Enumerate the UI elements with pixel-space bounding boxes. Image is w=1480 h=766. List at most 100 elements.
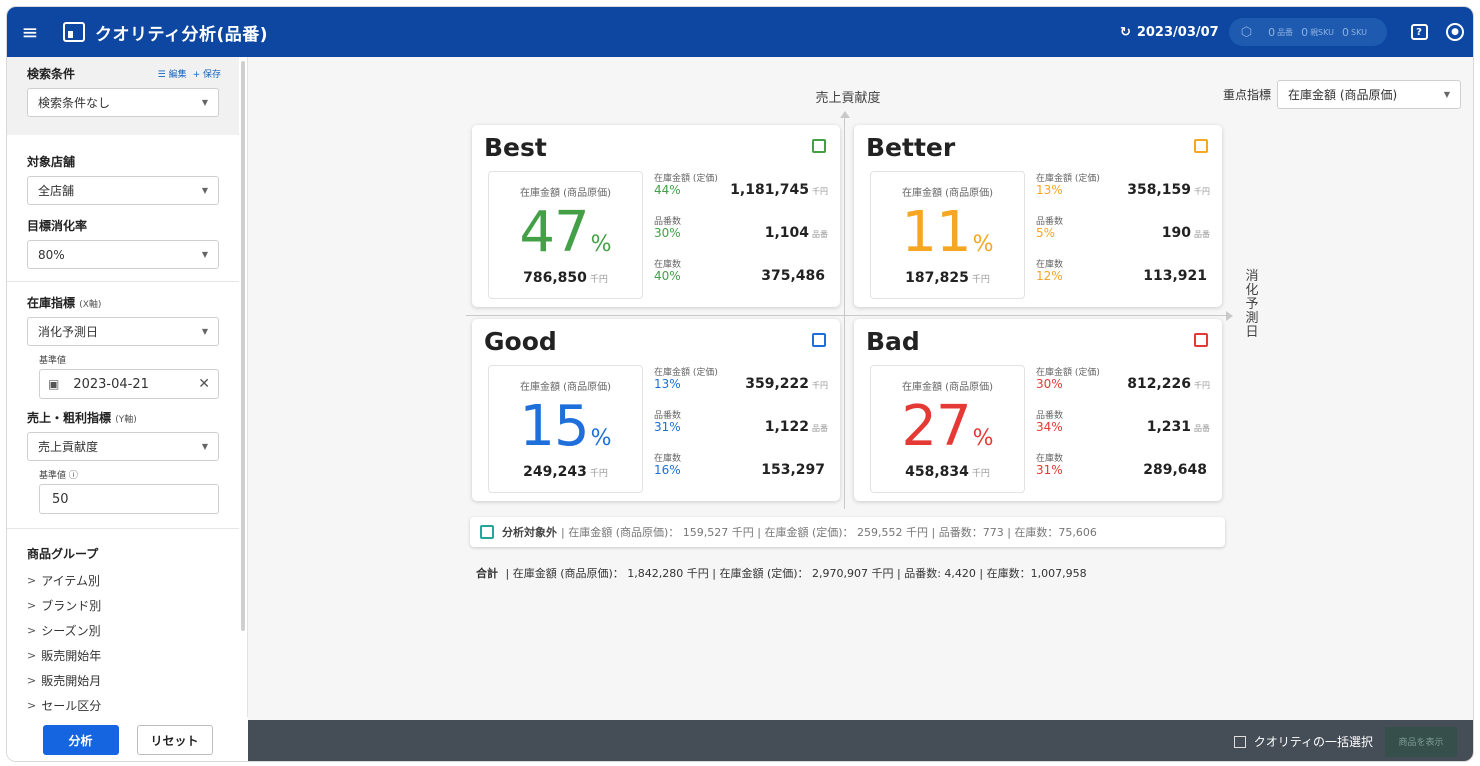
- metric-number: 375,486: [761, 268, 825, 284]
- store-icon: [63, 22, 85, 42]
- share-percent: 15%: [489, 394, 642, 459]
- primary-unit: 千円: [971, 275, 990, 285]
- metric-unit: 千円: [1194, 381, 1210, 390]
- target-rate-select[interactable]: 80% ▼: [27, 240, 219, 269]
- caret-down-icon: ▼: [201, 250, 208, 259]
- percent-symbol: %: [590, 232, 612, 257]
- footer-bar: クオリティの一括選択 商品を表示: [248, 720, 1473, 761]
- metric-unit: 品番: [812, 230, 828, 239]
- count-label: 親SKU: [1310, 27, 1335, 37]
- calendar-icon: ▣: [48, 377, 60, 391]
- metric-unit: 品番: [812, 424, 828, 433]
- search-conditions-select[interactable]: 検索条件なし ▼: [27, 88, 219, 117]
- group-item-label: 販売開始月: [41, 674, 102, 688]
- card-metrics: 在庫金額 (定価) 13% 359,222 千円 品番数 31% 1,122 品番 …: [654, 365, 832, 494]
- metric-row: 品番数 34% 1,231 品番: [1036, 408, 1214, 451]
- excluded-summary: 分析対象外 | 在庫金額 (商品原価)： 159,527 千円 | 在庫金額 (…: [470, 517, 1225, 547]
- metric-percent: 31%: [1036, 463, 1063, 477]
- group-item-start-year[interactable]: > 販売開始年: [27, 643, 221, 668]
- count-value: 0: [1268, 25, 1276, 39]
- reset-button[interactable]: リセット: [136, 725, 213, 755]
- metric-value: 358,159 千円: [1127, 182, 1210, 198]
- caret-down-icon: ▼: [201, 442, 208, 451]
- primary-number: 786,850: [523, 270, 587, 286]
- caret-down-icon: ▼: [1443, 90, 1450, 99]
- show-products-button[interactable]: 商品を表示: [1385, 726, 1457, 757]
- card-primary-metric: 在庫金額 (商品原価) 15% 249,243 千円: [488, 365, 643, 493]
- search-conditions-section: 検索条件 ☰ 編集 + 保存 検索条件なし ▼: [7, 57, 239, 135]
- group-item-item[interactable]: > アイテム別: [27, 568, 221, 593]
- sales-base-label: 基準値 ⓘ: [39, 471, 78, 481]
- total-text: | 在庫金額 (商品原価)： 1,842,280 千円 | 在庫金額 (定価)：…: [505, 567, 1087, 580]
- metric-percent: 30%: [654, 226, 681, 240]
- metric-number: 113,921: [1143, 268, 1207, 284]
- hamburger-menu-icon[interactable]: ≡: [7, 7, 53, 57]
- group-item-start-month[interactable]: > 販売開始月: [27, 668, 221, 693]
- metric-percent: 44%: [654, 183, 681, 197]
- sidebar-actions: 分析 リセット: [7, 717, 248, 761]
- card-checkbox[interactable]: [812, 139, 826, 153]
- sales-index-select[interactable]: 売上貢献度 ▼: [27, 432, 219, 461]
- sales-index-label: 売上・粗利指標 (Y軸): [27, 409, 221, 426]
- analyze-button[interactable]: 分析: [42, 725, 119, 755]
- target-store-select[interactable]: 全店舗 ▼: [27, 176, 219, 205]
- metric-number: 1,231: [1146, 419, 1191, 435]
- sales-base-input[interactable]: 50: [39, 484, 219, 514]
- metric-row: 在庫数 12% 113,921: [1036, 257, 1214, 300]
- edit-conditions-button[interactable]: ☰ 編集: [158, 67, 187, 80]
- quadrant-card-best[interactable]: Best 在庫金額 (商品原価) 47% 786,850 千円 在庫金額 (定価)…: [472, 125, 840, 307]
- card-primary-metric: 在庫金額 (商品原価) 11% 187,825 千円: [870, 171, 1025, 299]
- count-label: SKU: [1351, 27, 1367, 37]
- primary-unit: 千円: [589, 275, 608, 285]
- primary-metric-label: 在庫金額 (商品原価): [902, 188, 993, 199]
- target-rate-label: 目標消化率: [27, 219, 88, 233]
- metric-row: 在庫金額 (定価) 13% 358,159 千円: [1036, 171, 1214, 214]
- card-checkbox[interactable]: [1194, 333, 1208, 347]
- quadrant-card-better[interactable]: Better 在庫金額 (商品原価) 11% 187,825 千円 在庫金額 (定…: [854, 125, 1222, 307]
- product-group-label: 商品グループ: [27, 547, 99, 561]
- date-value: 2023-04-21: [73, 376, 149, 392]
- checkbox-box: [1233, 735, 1246, 748]
- card-title: Best: [484, 133, 547, 162]
- focus-index-select[interactable]: 在庫金額 (商品原価) ▼: [1277, 80, 1461, 109]
- stock-base-date-input[interactable]: ▣ 2023-04-21 ✕: [39, 369, 219, 399]
- target-store-section: 対象店舗 全店舗 ▼ 目標消化率 80% ▼: [7, 135, 239, 269]
- help-button[interactable]: ?: [1401, 7, 1437, 57]
- card-title: Better: [866, 133, 956, 162]
- focus-index: 重点指標 在庫金額 (商品原価) ▼: [1223, 80, 1461, 109]
- select-value: 消化予測日: [38, 325, 99, 339]
- card-checkbox[interactable]: [1194, 139, 1208, 153]
- x-axis-line: [466, 315, 1226, 316]
- clear-icon[interactable]: ✕: [198, 376, 210, 392]
- metric-value: 359,222 千円: [745, 376, 828, 392]
- metric-percent: 13%: [1036, 183, 1063, 197]
- share-number: 47: [519, 200, 589, 265]
- select-value: 検索条件なし: [38, 96, 111, 110]
- metric-value: 113,921: [1143, 268, 1210, 284]
- primary-metric-value: 458,834 千円: [871, 464, 1024, 480]
- stock-index-select[interactable]: 消化予測日 ▼: [27, 317, 219, 346]
- card-checkbox[interactable]: [812, 333, 826, 347]
- metric-value: 1,181,745 千円: [730, 182, 828, 198]
- group-item-sale-type[interactable]: > セール区分: [27, 693, 221, 717]
- group-item-season[interactable]: > シーズン別: [27, 618, 221, 643]
- quadrant-card-bad[interactable]: Bad 在庫金額 (商品原価) 27% 458,834 千円 在庫金額 (定価) …: [854, 319, 1222, 501]
- bulk-select-checkbox[interactable]: クオリティの一括選択: [1233, 733, 1373, 750]
- save-conditions-button[interactable]: + 保存: [193, 67, 221, 80]
- group-item-brand[interactable]: > ブランド別: [27, 593, 221, 618]
- sidebar-scrollbar[interactable]: [241, 61, 245, 631]
- chevron-right-icon: >: [27, 649, 37, 662]
- x-axis-arrow-icon: [1226, 311, 1233, 321]
- help-icon: ?: [1410, 24, 1428, 40]
- card-primary-metric: 在庫金額 (商品原価) 27% 458,834 千円: [870, 365, 1025, 493]
- current-date: ↻ 2023/03/07: [1120, 25, 1219, 40]
- quadrant-card-good[interactable]: Good 在庫金額 (商品原価) 15% 249,243 千円 在庫金額 (定価)…: [472, 319, 840, 501]
- search-conditions-label: 検索条件: [27, 67, 76, 81]
- group-item-label: ブランド別: [41, 599, 102, 613]
- primary-number: 249,243: [523, 464, 587, 480]
- excluded-checkbox[interactable]: [480, 525, 494, 539]
- account-button[interactable]: ●: [1437, 7, 1473, 57]
- metric-row: 在庫金額 (定価) 44% 1,181,745 千円: [654, 171, 832, 214]
- header-bar: ≡ クオリティ分析(品番) ↻ 2023/03/07 ⬡ 0 品番 0 親SKU…: [7, 7, 1473, 57]
- metric-unit: 品番: [1194, 424, 1210, 433]
